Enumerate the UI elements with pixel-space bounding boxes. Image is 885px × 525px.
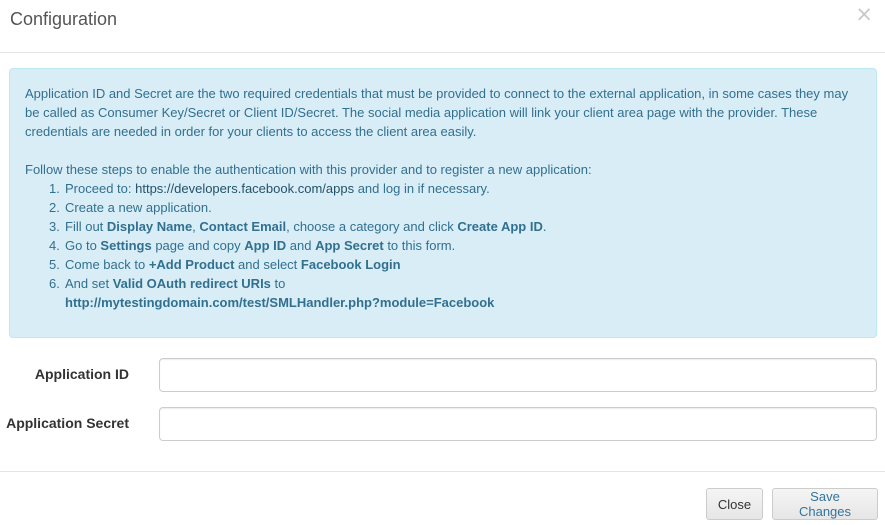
app-secret-row: Application Secret	[0, 407, 885, 441]
redirect-uri: http://mytestingdomain.com/test/SMLHandl…	[65, 295, 495, 310]
info-alert: Application ID and Secret are the two re…	[9, 68, 877, 338]
app-id-row: Application ID	[0, 358, 885, 392]
step-3: 3. Fill out Display Name, Contact Email, …	[49, 219, 547, 234]
modal-title: Configuration	[10, 9, 118, 29]
app-secret-input[interactable]	[159, 407, 877, 441]
step-5: 5. Come back to +Add Product and select F…	[49, 257, 401, 272]
app-secret-label: Application Secret	[6, 415, 129, 431]
step-2: 2. Create a new application.	[49, 200, 212, 215]
step-1: 1. Proceed to: https://developers.faceboo…	[49, 181, 490, 196]
modal-footer: Close Save Changes	[0, 471, 885, 525]
developers-facebook-link[interactable]: https://developers.facebook.com/apps	[135, 181, 354, 196]
app-id-label: Application ID	[34, 366, 129, 382]
app-id-input[interactable]	[159, 358, 877, 392]
steps-intro: Follow these steps to enable the authent…	[25, 162, 592, 177]
modal-header: Configuration ×	[0, 0, 885, 53]
steps-list: 1. Proceed to: https://developers.faceboo…	[49, 179, 861, 312]
close-button[interactable]: Close	[706, 488, 763, 520]
step-4: 4. Go to Settings page and copy App ID an…	[49, 238, 456, 253]
step-6: 6. And set Valid OAuth redirect URIs to ht…	[49, 276, 495, 310]
close-icon[interactable]: ×	[855, 4, 873, 25]
save-changes-button[interactable]: Save Changes	[772, 488, 878, 520]
info-paragraph: Application ID and Secret are the two re…	[25, 86, 849, 139]
